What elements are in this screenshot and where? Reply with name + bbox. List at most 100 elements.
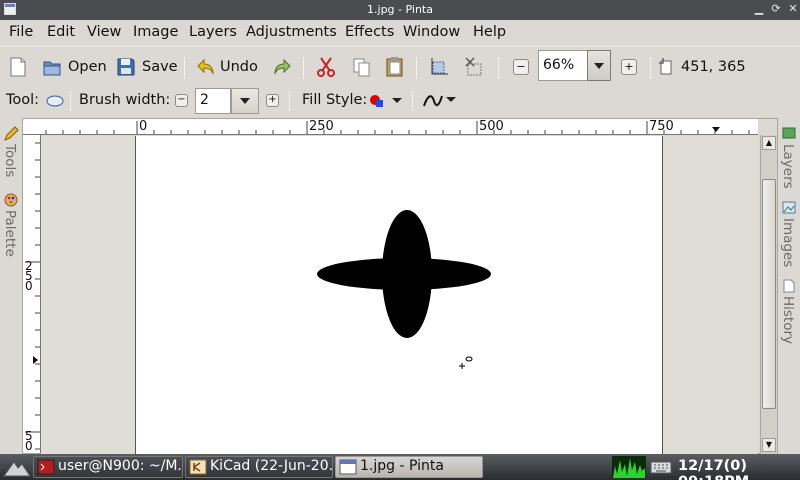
system-clock[interactable]: 12/17(0) 09:18PM [678, 458, 800, 480]
fill-style-icon [370, 95, 402, 107]
close-button[interactable]: ✕ [786, 2, 800, 16]
zoom-input[interactable]: 66% [538, 50, 588, 81]
scissors-icon [316, 56, 336, 78]
scrollbar-thumb[interactable] [762, 179, 776, 409]
task-terminal[interactable]: user@N900: ~/M... [33, 456, 183, 478]
toolbar-separator [184, 57, 185, 79]
keyboard-icon[interactable] [650, 459, 672, 479]
scroll-up-icon[interactable]: ▲ [762, 136, 776, 150]
menu-file[interactable]: File [9, 24, 33, 40]
task-pinta[interactable]: 1.jpg - Pinta [335, 456, 483, 478]
ruler-label-500: 500 [479, 119, 504, 134]
task-label: user@N900: ~/M... [58, 458, 183, 474]
task-label: KiCad (22-Jun-20... [210, 458, 333, 474]
menu-adjustments[interactable]: Adjustments [246, 24, 337, 40]
cut-button[interactable] [316, 47, 336, 87]
toolbar-separator [416, 57, 417, 79]
task-kicad[interactable]: KiCad (22-Jun-20... [185, 456, 333, 478]
brush-width-decrease-button[interactable]: − [175, 94, 188, 107]
crop-to-selection-button[interactable] [428, 47, 448, 87]
redo-button[interactable] [272, 47, 292, 87]
fill-style-label: Fill Style: [302, 92, 368, 108]
cpu-monitor-icon [612, 456, 646, 480]
image-canvas[interactable] [135, 136, 663, 454]
menu-view[interactable]: View [87, 24, 121, 40]
images-icon [781, 200, 797, 220]
canvas-viewport[interactable] [41, 136, 758, 454]
undo-button[interactable]: Undo [196, 47, 258, 87]
toolbar-separator [498, 57, 499, 79]
menu-effects[interactable]: Effects [345, 24, 394, 40]
zoom-dropdown-button[interactable] [587, 50, 611, 81]
start-menu-icon[interactable] [2, 456, 32, 480]
save-label: Save [142, 59, 178, 75]
scroll-down-icon[interactable]: ▼ [762, 438, 776, 452]
vertical-scrollbar[interactable]: ▲ ▼ [760, 135, 777, 454]
pencil-icon [3, 126, 19, 146]
undo-icon [196, 56, 216, 78]
ruler-label-500-vertical: 50 [25, 429, 33, 453]
layers-icon [781, 126, 797, 146]
save-icon [116, 56, 136, 78]
chevron-down-icon [594, 63, 604, 69]
shape-type-dropdown[interactable] [422, 92, 458, 114]
menu-help[interactable]: Help [473, 24, 506, 40]
fill-style-dropdown[interactable] [368, 93, 404, 113]
open-button[interactable]: Open [42, 47, 107, 87]
new-document-icon [8, 56, 28, 78]
cursor-position-icon [657, 56, 677, 78]
vertical-ruler: 250 50 [23, 135, 41, 453]
toolbar-separator [70, 91, 71, 111]
brush-width-dropdown-button[interactable] [231, 88, 259, 114]
palette-panel-tab[interactable]: Palette [2, 210, 18, 257]
zoom-in-button[interactable]: + [621, 59, 637, 75]
toolbar-separator [412, 91, 413, 111]
images-panel-tab[interactable]: Images [780, 218, 796, 267]
main-toolbar: Open Save Undo − + 451, 365 [0, 46, 800, 86]
ruler-label-750: 750 [649, 119, 674, 134]
ellipse-tool-icon[interactable] [46, 95, 66, 113]
menu-edit[interactable]: Edit [47, 24, 75, 40]
save-button[interactable]: Save [116, 47, 178, 87]
menu-image[interactable]: Image [133, 24, 178, 40]
menu-window[interactable]: Window [403, 24, 460, 40]
menu-bar: File Edit View Image Layers Adjustments … [0, 20, 800, 46]
layers-panel-tab[interactable]: Layers [780, 144, 796, 189]
brush-width-input[interactable]: 2 [195, 88, 231, 114]
brush-width-label: Brush width: [79, 92, 171, 108]
brush-width-increase-button[interactable]: + [266, 94, 279, 107]
palette-icon [3, 192, 19, 212]
ruler-corner [23, 119, 41, 135]
deselect-button[interactable] [464, 47, 484, 87]
history-panel-tab[interactable]: History [780, 296, 796, 344]
terminal-icon [37, 459, 55, 475]
clipboard-icon [385, 56, 405, 78]
taskbar: user@N900: ~/M... KiCad (22-Jun-20... 1.… [0, 454, 800, 480]
copy-icon [352, 56, 372, 78]
tool-label: Tool: [6, 92, 40, 108]
toolbar-separator [650, 57, 651, 79]
deselect-icon [464, 56, 484, 78]
left-dock: Tools Palette [0, 116, 22, 454]
toolbar-separator [289, 91, 290, 111]
window-titlebar: 1.jpg - Pinta ▁ ⟳ ✕ [0, 0, 800, 20]
chevron-down-icon [240, 98, 250, 104]
window-icon [339, 459, 357, 475]
window-title: 1.jpg - Pinta [367, 3, 433, 16]
menu-layers[interactable]: Layers [189, 24, 237, 40]
new-button[interactable] [8, 47, 28, 87]
ruler-label-0: 0 [139, 119, 148, 134]
toolbar-separator [303, 57, 304, 79]
minimize-button[interactable]: ▁ [752, 2, 766, 16]
right-dock: Layers Images History [778, 116, 800, 454]
horizontal-ruler: 0 250 500 750 [40, 119, 758, 135]
history-icon [781, 278, 797, 298]
vertical-ellipse-shape [382, 210, 432, 338]
copy-button[interactable] [352, 47, 372, 87]
paste-button[interactable] [385, 47, 405, 87]
redo-icon [272, 56, 292, 78]
ruler-label-250-vertical: 250 [25, 259, 33, 293]
restore-button[interactable]: ⟳ [769, 2, 783, 16]
tools-panel-tab[interactable]: Tools [2, 144, 18, 177]
zoom-out-button[interactable]: − [513, 59, 529, 75]
